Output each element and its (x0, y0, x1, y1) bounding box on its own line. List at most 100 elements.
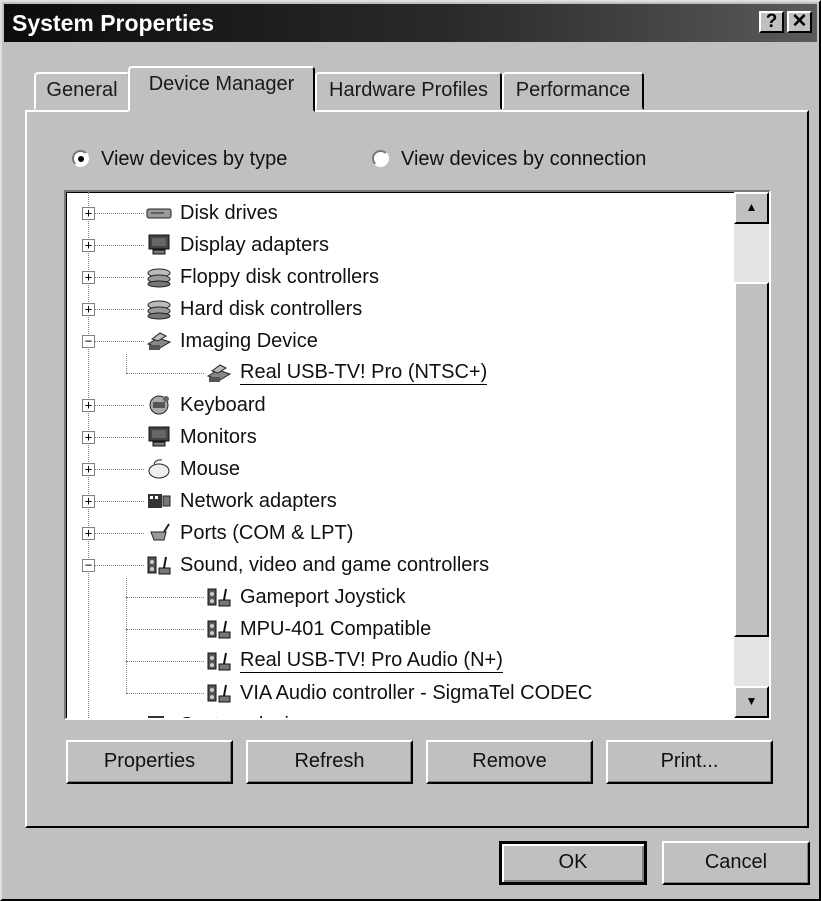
expand-icon[interactable]: + (82, 399, 95, 412)
tree-device-row[interactable]: Real USB-TV! Pro Audio (N+) (206, 646, 503, 676)
tree-category-row[interactable]: Sound, video and game controllers (146, 550, 489, 580)
collapse-icon[interactable]: − (82, 335, 95, 348)
scanner-icon (146, 330, 172, 352)
properties-button[interactable]: Properties (66, 740, 233, 784)
cancel-button[interactable]: Cancel (662, 841, 810, 885)
tree-category-label: Mouse (180, 457, 241, 480)
tree-category-row[interactable]: Ports (COM & LPT) (146, 518, 353, 548)
computer-icon (146, 714, 172, 718)
tree-category-row[interactable]: System devices (146, 710, 320, 718)
tree-connector (95, 245, 144, 246)
expand-icon[interactable]: + (82, 303, 95, 316)
monitor-icon (146, 426, 172, 448)
monitor-icon (146, 234, 172, 256)
mouse-icon (146, 458, 172, 480)
expand-icon[interactable]: + (82, 495, 95, 508)
tree-category-label: Keyboard (180, 393, 266, 416)
tree-category-row[interactable]: Mouse (146, 454, 240, 484)
close-button[interactable]: ✕ (787, 11, 812, 33)
tree-connector (126, 373, 204, 374)
tree-category-label: Imaging Device (180, 329, 318, 352)
tree-connector (95, 341, 144, 342)
tree-category-label: Network adapters (180, 489, 337, 512)
scanner-icon (206, 362, 232, 384)
radio-selected-icon (72, 150, 89, 167)
view-by-connection-radio[interactable]: View devices by connection (372, 148, 646, 171)
tree-category-label: Display adapters (180, 233, 329, 256)
device-tree[interactable]: Disk drives + Display adapters + Floppy disk… (66, 192, 734, 718)
tree-category-row[interactable]: Monitors (146, 422, 257, 452)
speaker-joystick-icon (206, 682, 232, 704)
network-card-icon (146, 490, 172, 512)
refresh-button[interactable]: Refresh (246, 740, 413, 784)
tree-device-label: Real USB-TV! Pro (NTSC+) (240, 361, 488, 385)
tree-connector (95, 565, 144, 566)
expand-icon[interactable]: + (82, 527, 95, 540)
tree-device-row[interactable]: VIA Audio controller - SigmaTel CODEC (206, 678, 592, 708)
tree-connector (95, 533, 144, 534)
collapse-icon[interactable]: − (82, 559, 95, 572)
tab-device-manager[interactable]: Device Manager (128, 66, 315, 112)
print-button[interactable]: Print... (606, 740, 773, 784)
expand-icon[interactable]: + (82, 239, 95, 252)
tree-category-label: Hard disk controllers (180, 297, 363, 320)
view-by-type-radio[interactable]: View devices by type (72, 148, 287, 171)
tree-connector (95, 437, 144, 438)
tree-device-row[interactable]: Real USB-TV! Pro (NTSC+) (206, 358, 488, 388)
tree-category-row[interactable]: Network adapters (146, 486, 337, 516)
tree-category-label: Floppy disk controllers (180, 265, 379, 288)
tree-device-row[interactable]: Gameport Joystick (206, 582, 406, 612)
view-by-type-label: View devices by type (101, 148, 288, 170)
tree-device-label: Gameport Joystick (240, 585, 406, 608)
tree-category-row[interactable]: Display adapters (146, 230, 329, 260)
tree-connector (126, 597, 204, 598)
tree-category-row[interactable]: Floppy disk controllers (146, 262, 379, 292)
vertical-scrollbar[interactable]: ▲ ▼ (734, 192, 769, 718)
tree-device-label: VIA Audio controller - SigmaTel CODEC (240, 681, 593, 704)
scroll-up-button[interactable]: ▲ (734, 192, 769, 224)
expand-icon[interactable]: + (82, 431, 95, 444)
speaker-joystick-icon (206, 586, 232, 608)
controller-icon (146, 266, 172, 288)
ok-button[interactable]: OK (499, 841, 647, 885)
tree-connector (95, 213, 144, 214)
window-title: System Properties (12, 10, 214, 36)
help-button[interactable]: ? (759, 11, 784, 33)
tree-category-label: Ports (COM & LPT) (180, 521, 354, 544)
tab-hardware-profiles[interactable]: Hardware Profiles (315, 72, 502, 110)
system-properties-window: System Properties ? ✕ General Device Man… (0, 0, 821, 901)
device-tree-box: Disk drives + Display adapters + Floppy disk… (64, 190, 771, 720)
title-bar[interactable]: System Properties ? ✕ (4, 4, 817, 42)
expand-icon[interactable]: + (82, 463, 95, 476)
view-by-connection-label: View devices by connection (401, 148, 647, 170)
radio-unselected-icon (372, 150, 389, 167)
remove-button[interactable]: Remove (426, 740, 593, 784)
tab-general[interactable]: General (34, 72, 130, 110)
tree-category-label: System devices (180, 714, 320, 719)
tree-category-label: Disk drives (180, 201, 278, 224)
speaker-joystick-icon (146, 554, 172, 576)
controller-icon (146, 298, 172, 320)
tab-performance[interactable]: Performance (502, 72, 644, 110)
tree-category-label: Monitors (180, 425, 257, 448)
tree-device-label: MPU-401 Compatible (240, 617, 432, 640)
expand-icon[interactable]: + (82, 207, 95, 220)
keyboard-icon (146, 394, 172, 416)
tree-category-row[interactable]: Keyboard (146, 390, 266, 420)
expand-icon[interactable]: + (82, 271, 95, 284)
tree-category-row[interactable]: Imaging Device (146, 326, 318, 356)
scroll-thumb[interactable] (734, 282, 769, 637)
tree-connector (126, 629, 204, 630)
port-plug-icon (146, 522, 172, 544)
tree-device-row[interactable]: MPU-401 Compatible (206, 614, 431, 644)
tree-connector (95, 277, 144, 278)
tree-connector (126, 661, 204, 662)
tree-connector (126, 578, 127, 693)
tree-device-label: Real USB-TV! Pro Audio (N+) (240, 649, 503, 673)
speaker-joystick-icon (206, 650, 232, 672)
tree-category-label: Sound, video and game controllers (180, 553, 490, 576)
tree-category-row[interactable]: Hard disk controllers (146, 294, 362, 324)
scroll-down-button[interactable]: ▼ (734, 686, 769, 718)
tree-category-row[interactable]: Disk drives (146, 198, 278, 228)
speaker-joystick-icon (206, 618, 232, 640)
